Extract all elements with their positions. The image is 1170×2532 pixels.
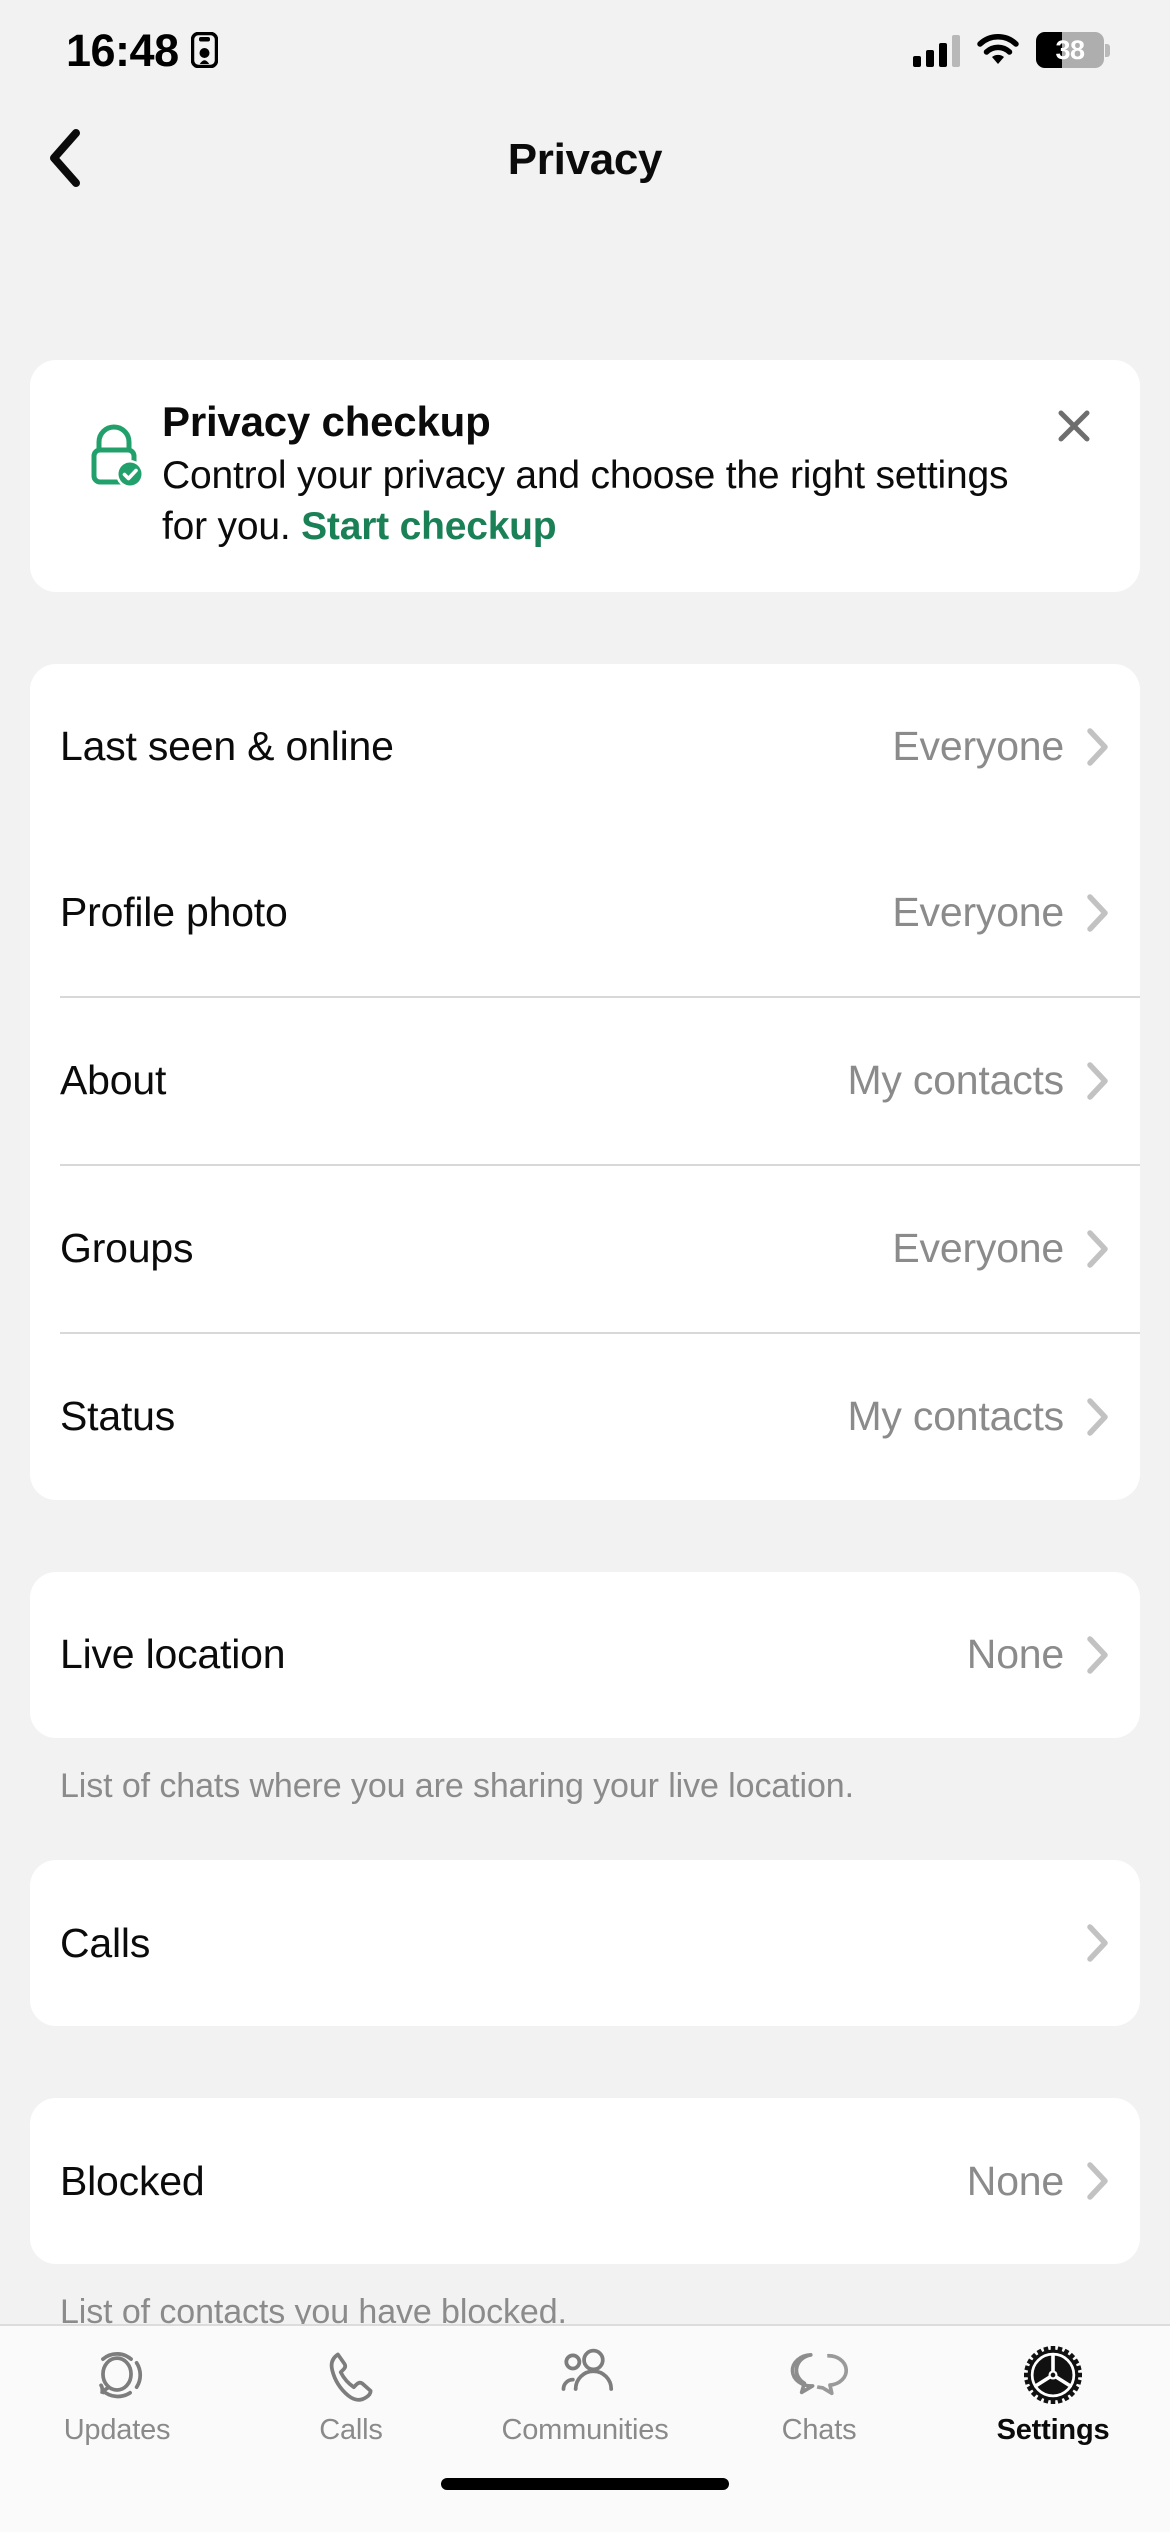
communities-icon — [554, 2344, 616, 2406]
settings-card: Calls — [30, 1860, 1140, 2027]
gear-icon — [1024, 2344, 1082, 2406]
privacy-checkup-body: Control your privacy and choose the righ… — [162, 451, 1040, 552]
chevron-right-icon — [1086, 2161, 1110, 2201]
wifi-icon — [977, 34, 1019, 66]
chats-icon — [787, 2344, 851, 2406]
row-label: Groups — [60, 1225, 194, 1272]
settings-row-live-location[interactable]: Live location None — [30, 1572, 1140, 1738]
home-indicator[interactable] — [441, 2478, 729, 2490]
tab-label: Settings — [996, 2414, 1110, 2446]
chevron-right-icon — [1086, 1635, 1110, 1675]
row-label: Calls — [60, 1919, 151, 1966]
settings-groups: Last seen & online Everyone Profile phot… — [30, 663, 1140, 2324]
tab-label: Communities — [501, 2414, 669, 2446]
tab-chats[interactable]: Chats — [702, 2344, 936, 2447]
row-value: None — [966, 2157, 1064, 2204]
chevron-right-icon — [1086, 1397, 1110, 1437]
privacy-checkup-card[interactable]: Privacy checkup Control your privacy and… — [30, 360, 1140, 592]
phone-screen: 16:48 38 Privacy Privacy checkup Control… — [0, 0, 1170, 2532]
settings-row-profile-photo[interactable]: Profile photo Everyone — [30, 830, 1140, 996]
page-title: Privacy — [507, 135, 663, 184]
row-label: Status — [60, 1393, 176, 1440]
chevron-right-icon — [1086, 727, 1110, 767]
settings-card: Blocked None — [30, 2098, 1140, 2265]
row-label: Last seen & online — [60, 723, 394, 770]
row-value: None — [966, 1631, 1064, 1678]
status-bar-left: 16:48 — [66, 28, 218, 73]
close-icon — [1054, 406, 1094, 451]
live-location-caption: List of chats where you are sharing your… — [60, 1766, 854, 1805]
back-button[interactable] — [22, 118, 106, 202]
row-value: Everyone — [892, 723, 1064, 770]
privacy-checkup-title: Privacy checkup — [162, 398, 491, 445]
row-label: Live location — [60, 1631, 286, 1678]
settings-row-last-seen[interactable]: Last seen & online Everyone — [30, 664, 1140, 830]
chevron-right-icon — [1086, 893, 1110, 933]
battery-level-label: 38 — [1055, 34, 1085, 65]
start-checkup-link[interactable]: Start checkup — [301, 505, 557, 548]
navigation-bar: Privacy — [0, 100, 1170, 220]
settings-card: Live location None — [30, 1571, 1140, 1738]
row-value: My contacts — [847, 1393, 1064, 1440]
settings-row-groups[interactable]: Groups Everyone — [30, 1166, 1140, 1332]
lock-check-icon — [66, 396, 162, 552]
clock: 16:48 — [66, 24, 179, 76]
tab-settings[interactable]: Settings — [936, 2344, 1170, 2447]
settings-scroll-area: Privacy checkup Control your privacy and… — [0, 220, 1170, 2324]
phone-icon — [322, 2344, 380, 2406]
settings-row-about[interactable]: About My contacts — [30, 998, 1140, 1164]
tab-label: Updates — [63, 2414, 171, 2446]
settings-card: Last seen & online Everyone Profile phot… — [30, 663, 1140, 1500]
battery-cap — [1105, 44, 1110, 57]
privacy-checkup-description: Control your privacy and choose the righ… — [162, 454, 1009, 548]
row-value: My contacts — [847, 1057, 1064, 1104]
status-bar-right: 38 — [913, 32, 1110, 68]
settings-group: Live location None List of chats where y… — [30, 1571, 1140, 1808]
bottom-tab-bar: Updates Calls Communities Chats Settings — [0, 2324, 1170, 2476]
settings-group: Last seen & online Everyone Profile phot… — [30, 663, 1140, 1500]
home-indicator-area — [0, 2476, 1170, 2532]
privacy-checkup-text: Privacy checkup Control your privacy and… — [162, 396, 1110, 552]
chevron-left-icon — [46, 128, 82, 193]
settings-group: Calls — [30, 1860, 1140, 2027]
row-label: Blocked — [60, 2157, 205, 2204]
updates-icon — [88, 2344, 146, 2406]
row-label: About — [60, 1057, 167, 1104]
chevron-right-icon — [1086, 1923, 1110, 1963]
settings-row-calls[interactable]: Calls — [30, 1860, 1140, 2026]
settings-row-status[interactable]: Status My contacts — [30, 1334, 1140, 1500]
settings-row-blocked[interactable]: Blocked None — [30, 2098, 1140, 2264]
row-value: Everyone — [892, 889, 1064, 936]
cellular-signal-icon — [913, 33, 960, 67]
row-value: Everyone — [892, 1225, 1064, 1272]
tab-calls[interactable]: Calls — [234, 2344, 468, 2447]
tab-label: Chats — [781, 2414, 857, 2446]
blocked-caption: List of contacts you have blocked. — [60, 2293, 567, 2324]
tab-label: Calls — [319, 2414, 383, 2446]
settings-group: Blocked None List of contacts you have b… — [30, 2098, 1140, 2324]
row-label: Profile photo — [60, 889, 288, 936]
status-bar: 16:48 38 — [0, 0, 1170, 100]
chevron-right-icon — [1086, 1061, 1110, 1101]
chevron-right-icon — [1086, 1229, 1110, 1269]
tab-updates[interactable]: Updates — [0, 2344, 234, 2447]
battery-icon: 38 — [1036, 32, 1110, 68]
close-checkup-button[interactable] — [1038, 392, 1110, 464]
tab-communities[interactable]: Communities — [468, 2344, 702, 2447]
lock-portrait-icon — [190, 31, 218, 69]
